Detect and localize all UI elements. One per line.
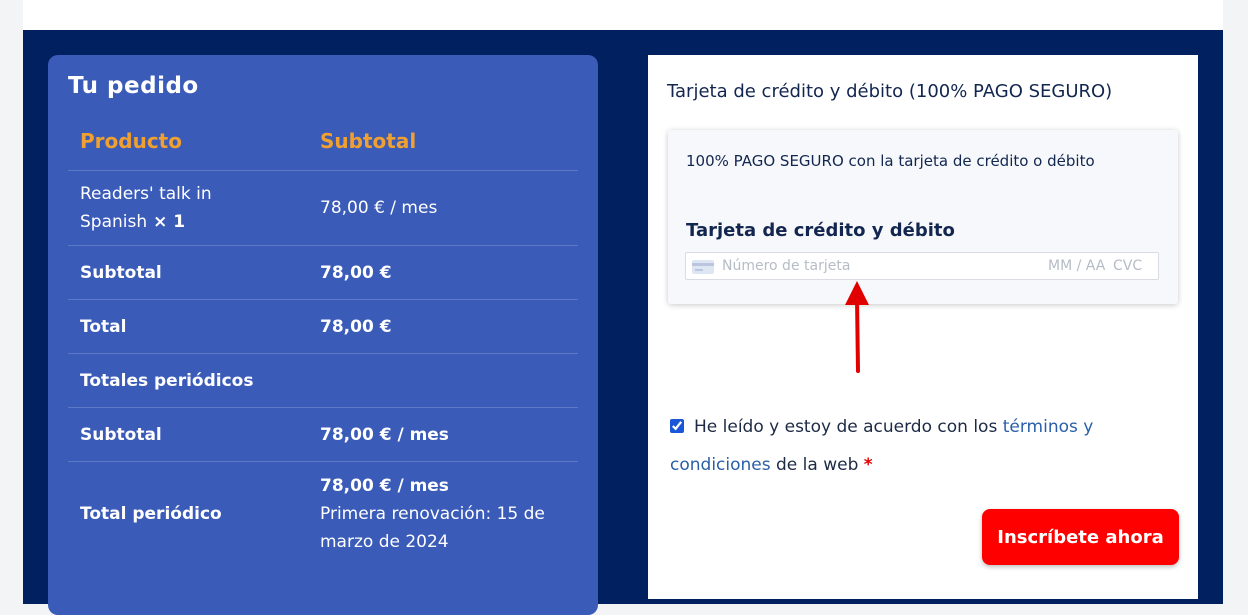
card-number-input[interactable]: Número de tarjeta MM / AA CVC: [685, 252, 1159, 280]
card-payment-box: 100% PAGO SEGURO con la tarjeta de crédi…: [668, 130, 1178, 304]
terms-checkbox[interactable]: [670, 419, 684, 433]
card-number-placeholder: Número de tarjeta: [722, 258, 851, 274]
terms-text-after: de la web: [770, 455, 864, 475]
expiry-placeholder: MM / AA: [1048, 258, 1106, 274]
card-field-label: Tarjeta de crédito y débito: [686, 220, 955, 241]
cvc-placeholder: CVC: [1113, 258, 1143, 274]
table-row: Readers' talk in Spanish × 1 78,00 € / me…: [68, 170, 578, 246]
order-title: Tu pedido: [68, 73, 199, 99]
total-label: Total: [68, 299, 308, 354]
order-table: Producto Subtotal Readers' talk in Spani…: [68, 111, 578, 566]
subtotal-value: 78,00 €: [308, 245, 578, 300]
recurring-totals-label: Totales periódicos: [68, 353, 578, 408]
credit-card-icon: [692, 260, 714, 274]
secure-payment-note: 100% PAGO SEGURO con la tarjeta de crédi…: [686, 152, 1095, 170]
table-row: Total periódico 78,00 € / mes Primera re…: [68, 461, 578, 566]
order-summary-card: Tu pedido Producto Subtotal Readers' tal…: [48, 55, 598, 615]
product-quantity: × 1: [153, 212, 186, 232]
recurring-subtotal-value: 78,00 € / mes: [308, 407, 578, 462]
terms-text-before: He leído y estoy de acuerdo con los: [694, 417, 1003, 437]
red-arrow-annotation: [845, 281, 869, 373]
table-row: Subtotal 78,00 €: [68, 245, 578, 300]
renewal-date: Primera renovación: 15 de marzo de 2024: [320, 504, 545, 552]
recurring-total-label: Total periódico: [68, 461, 308, 566]
product-column-header: Producto: [80, 128, 182, 153]
product-price: 78,00 € / mes: [308, 170, 578, 246]
payment-method-title: Tarjeta de crédito y débito (100% PAGO S…: [667, 81, 1113, 102]
subtotal-column-header: Subtotal: [320, 128, 417, 153]
required-marker: *: [863, 455, 873, 475]
table-row: Totales periódicos: [68, 353, 578, 408]
recurring-total-cell: 78,00 € / mes Primera renovación: 15 de …: [308, 461, 578, 566]
product-cell: Readers' talk in Spanish × 1: [68, 170, 308, 246]
recurring-subtotal-label: Subtotal: [68, 407, 308, 462]
table-row: Total 78,00 €: [68, 299, 578, 354]
product-name: Readers' talk in Spanish: [80, 184, 212, 232]
subtotal-label: Subtotal: [68, 245, 308, 300]
recurring-total-value: 78,00 € / mes: [320, 476, 449, 496]
top-white-strip: [23, 0, 1223, 30]
total-value: 78,00 €: [308, 299, 578, 354]
submit-button[interactable]: Inscríbete ahora: [982, 509, 1179, 565]
table-row: Subtotal 78,00 € / mes: [68, 407, 578, 462]
terms-agreement: He leído y estoy de acuerdo con los térm…: [670, 408, 1190, 484]
order-table-header: Producto Subtotal: [68, 111, 578, 171]
